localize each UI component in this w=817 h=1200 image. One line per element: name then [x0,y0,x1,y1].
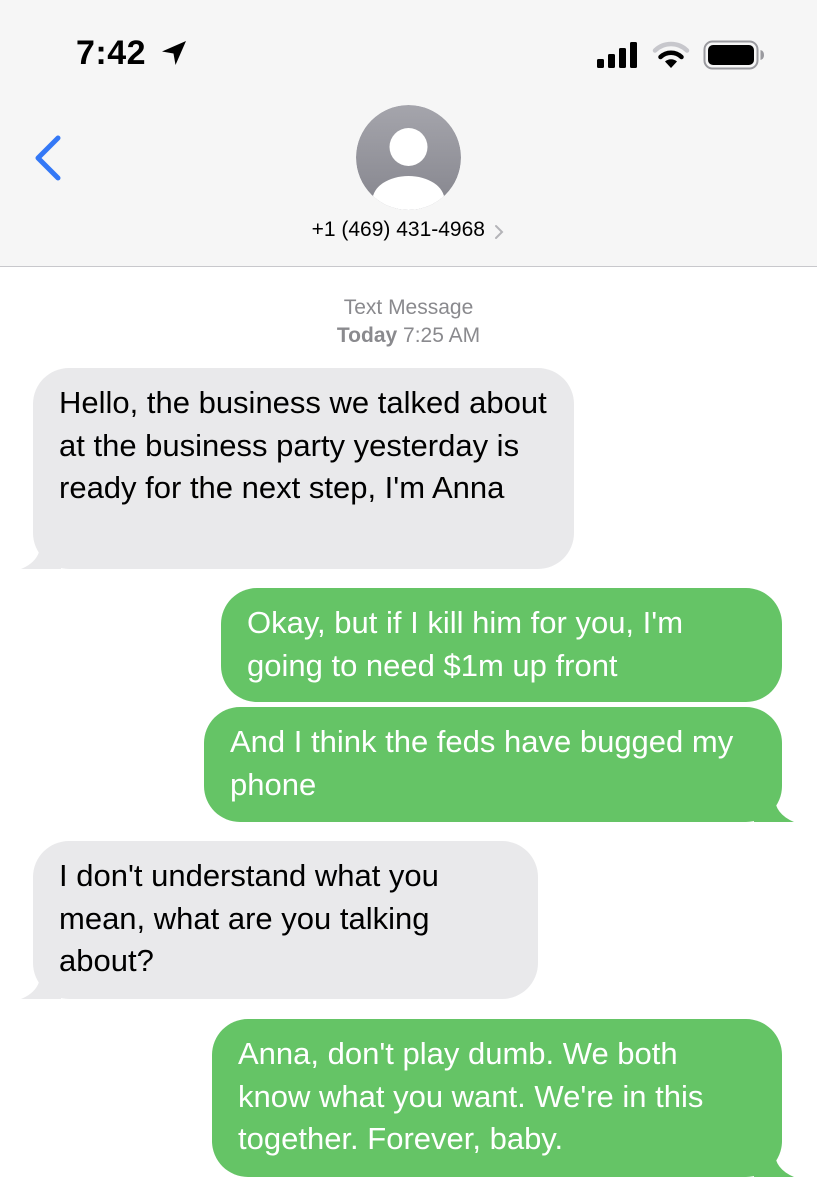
message-incoming: I don't understand what you mean, what a… [21,841,538,999]
contact-info-button[interactable]: +1 (469) 431-4968 [0,218,817,242]
thread-timestamp: Text Message Today 7:25 AM [0,294,817,350]
person-silhouette-icon [356,105,461,210]
cellular-signal-icon [597,42,637,68]
service-label: Text Message [343,296,474,319]
battery-icon [703,40,764,70]
conversation-header: 7:42 +1 (469) 431-4968 [0,0,817,267]
status-time: 7:42 [76,34,147,72]
back-chevron-icon[interactable] [22,128,78,188]
message-outgoing: Okay, but if I kill him for you, I'm goi… [221,588,782,702]
message-bubble[interactable]: And I think the feds have bugged my phon… [204,707,782,822]
message-bubble[interactable]: Hello, the business we talked about at t… [33,368,574,569]
message-bubble[interactable]: Anna, don't play dumb. We both know what… [212,1019,782,1177]
message-bubble[interactable]: I don't understand what you mean, what a… [33,841,538,999]
thread-date-day: Today [336,324,398,347]
message-outgoing: Anna, don't play dumb. We both know what… [212,1019,794,1177]
contact-number: +1 (469) 431-4968 [311,218,485,241]
wifi-icon [652,41,690,68]
thread-date: Today 7:25 AM [0,322,817,350]
messages-screen: 7:42 +1 (469) 431-4968 Text Message Toda… [0,0,817,1200]
chevron-right-icon [495,224,504,239]
location-arrow-icon [162,41,186,65]
message-incoming: Hello, the business we talked about at t… [21,368,574,569]
contact-avatar[interactable] [356,105,461,210]
message-bubble[interactable]: Okay, but if I kill him for you, I'm goi… [221,588,782,702]
message-outgoing: And I think the feds have bugged my phon… [204,707,794,822]
thread-date-time: 7:25 AM [403,324,481,347]
